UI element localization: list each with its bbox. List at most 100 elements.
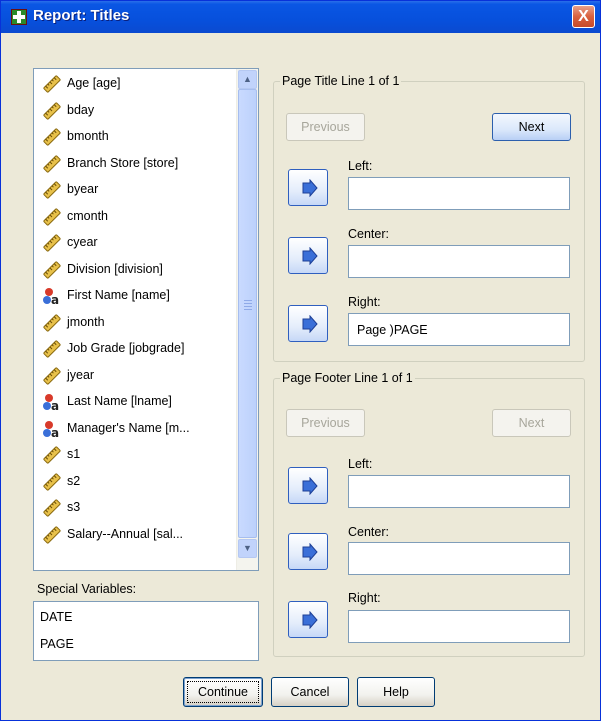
variable-list-item[interactable]: s1 xyxy=(40,444,236,466)
scale-ruler-icon xyxy=(42,366,62,386)
thumb-grip xyxy=(244,303,252,304)
variable-list-item[interactable]: cyear xyxy=(40,232,236,254)
title-left-field[interactable] xyxy=(348,177,570,210)
continue-button[interactable]: Continue xyxy=(183,677,263,707)
footer-left-field[interactable] xyxy=(348,475,570,508)
footer-right-arrow-button[interactable] xyxy=(288,601,328,638)
scale-ruler-icon xyxy=(42,207,62,227)
variable-label: byear xyxy=(67,182,99,196)
scale-ruler-icon xyxy=(42,233,62,253)
variable-list-item[interactable]: Branch Store [store] xyxy=(40,153,236,175)
title-left-label: Left: xyxy=(348,159,373,173)
title-center-field[interactable] xyxy=(348,245,570,278)
variable-list-item[interactable]: cmonth xyxy=(40,206,236,228)
footer-previous-button[interactable]: Previous xyxy=(286,409,365,437)
close-button[interactable]: X xyxy=(572,5,595,28)
help-button[interactable]: Help xyxy=(357,677,435,707)
move-arrow-icon xyxy=(300,178,318,198)
move-arrow-icon xyxy=(300,610,318,630)
title-center-label: Center: xyxy=(348,227,389,241)
variable-label: jmonth xyxy=(67,314,105,329)
svg-text:a: a xyxy=(51,399,59,412)
footer-left-arrow-button[interactable] xyxy=(288,467,328,504)
arrow-down-icon: ▼ xyxy=(243,543,252,553)
scale-ruler-icon xyxy=(42,74,62,94)
move-arrow-icon xyxy=(300,542,318,562)
title-right-field[interactable]: Page )PAGE xyxy=(348,313,570,346)
scale-ruler-icon xyxy=(42,154,62,174)
special-variables-label: Special Variables: xyxy=(37,582,137,596)
variable-label: s2 xyxy=(67,473,81,488)
variable-label: Manager's Name [m... xyxy=(67,420,190,435)
variable-label: jyear xyxy=(67,367,95,382)
thumb-grip xyxy=(244,309,252,310)
variable-list-item[interactable]: Age [age] xyxy=(40,73,236,95)
variable-list-item[interactable]: jyear xyxy=(40,365,236,387)
svg-text:a: a xyxy=(51,426,59,439)
variable-list-item[interactable]: a First Name [name] xyxy=(40,285,236,307)
variable-list-item[interactable]: bday xyxy=(40,100,236,122)
scroll-up-button[interactable]: ▲ xyxy=(238,70,257,89)
variable-list-item[interactable]: bmonth xyxy=(40,126,236,148)
title-bar[interactable]: Report: Titles X xyxy=(1,1,600,33)
scale-ruler-icon xyxy=(42,313,62,333)
variable-label: Last Name [lname] xyxy=(67,394,172,408)
title-left-arrow-button[interactable] xyxy=(288,169,328,206)
scroll-down-button[interactable]: ▼ xyxy=(238,539,257,558)
svg-text:a: a xyxy=(51,293,59,306)
footer-right-field[interactable] xyxy=(348,610,570,643)
footer-next-button[interactable]: Next xyxy=(492,409,571,437)
variable-list-item[interactable]: Division [division] xyxy=(40,259,236,281)
vertical-scrollbar[interactable]: ▲ ▼ xyxy=(236,69,258,570)
variable-label: cmonth xyxy=(67,208,108,223)
variable-label: First Name [name] xyxy=(67,288,170,302)
scale-ruler-icon xyxy=(42,472,62,492)
close-icon: X xyxy=(578,8,589,25)
title-previous-button[interactable]: Previous xyxy=(286,113,365,141)
variable-list-item[interactable]: byear xyxy=(40,179,236,201)
scroll-thumb[interactable] xyxy=(238,89,257,538)
title-next-button[interactable]: Next xyxy=(492,113,571,141)
nominal-string-icon: a xyxy=(42,286,62,307)
variable-list[interactable]: Age [age] bday bmonth Branch Store [store] b… xyxy=(33,68,259,571)
variable-label: Division [division] xyxy=(67,261,163,276)
variable-list-item[interactable]: jmonth xyxy=(40,312,236,334)
thumb-grip xyxy=(244,306,252,307)
scale-ruler-icon xyxy=(42,525,62,545)
move-arrow-icon xyxy=(300,246,318,266)
variable-label: Branch Store [store] xyxy=(67,155,179,170)
spss-app-icon xyxy=(11,9,27,25)
variable-list-item[interactable]: a Manager's Name [m... xyxy=(40,418,236,440)
variable-list-item[interactable]: Salary--Annual [sal... xyxy=(40,524,236,546)
scale-ruler-icon xyxy=(42,180,62,200)
page-footer-legend: Page Footer Line 1 of 1 xyxy=(282,371,413,385)
nominal-string-icon: a xyxy=(42,419,62,440)
special-item-page[interactable]: PAGE xyxy=(40,637,74,651)
variable-label: s1 xyxy=(67,447,81,461)
variable-label: Job Grade [jobgrade] xyxy=(67,341,185,355)
footer-center-label: Center: xyxy=(348,525,389,539)
special-item-date[interactable]: DATE xyxy=(40,610,72,624)
window-title: Report: Titles xyxy=(33,7,130,24)
nominal-string-icon: a xyxy=(42,392,62,413)
move-arrow-icon xyxy=(300,476,318,496)
scale-ruler-icon xyxy=(42,260,62,280)
variable-list-item[interactable]: a Last Name [lname] xyxy=(40,391,236,413)
special-variables-list[interactable]: DATE PAGE xyxy=(33,601,259,661)
variable-list-item[interactable]: s3 xyxy=(40,497,236,519)
title-right-label: Right: xyxy=(348,295,381,309)
move-arrow-icon xyxy=(300,314,318,334)
variable-label: bmonth xyxy=(67,129,109,143)
variable-label: cyear xyxy=(67,235,98,249)
scale-ruler-icon xyxy=(42,498,62,518)
footer-center-field[interactable] xyxy=(348,542,570,575)
title-right-arrow-button[interactable] xyxy=(288,305,328,342)
title-center-arrow-button[interactable] xyxy=(288,237,328,274)
scale-ruler-icon xyxy=(42,445,62,465)
scale-ruler-icon xyxy=(42,127,62,147)
footer-center-arrow-button[interactable] xyxy=(288,533,328,570)
scale-ruler-icon xyxy=(42,101,62,121)
variable-list-item[interactable]: s2 xyxy=(40,471,236,493)
variable-list-item[interactable]: Job Grade [jobgrade] xyxy=(40,338,236,360)
cancel-button[interactable]: Cancel xyxy=(271,677,349,707)
